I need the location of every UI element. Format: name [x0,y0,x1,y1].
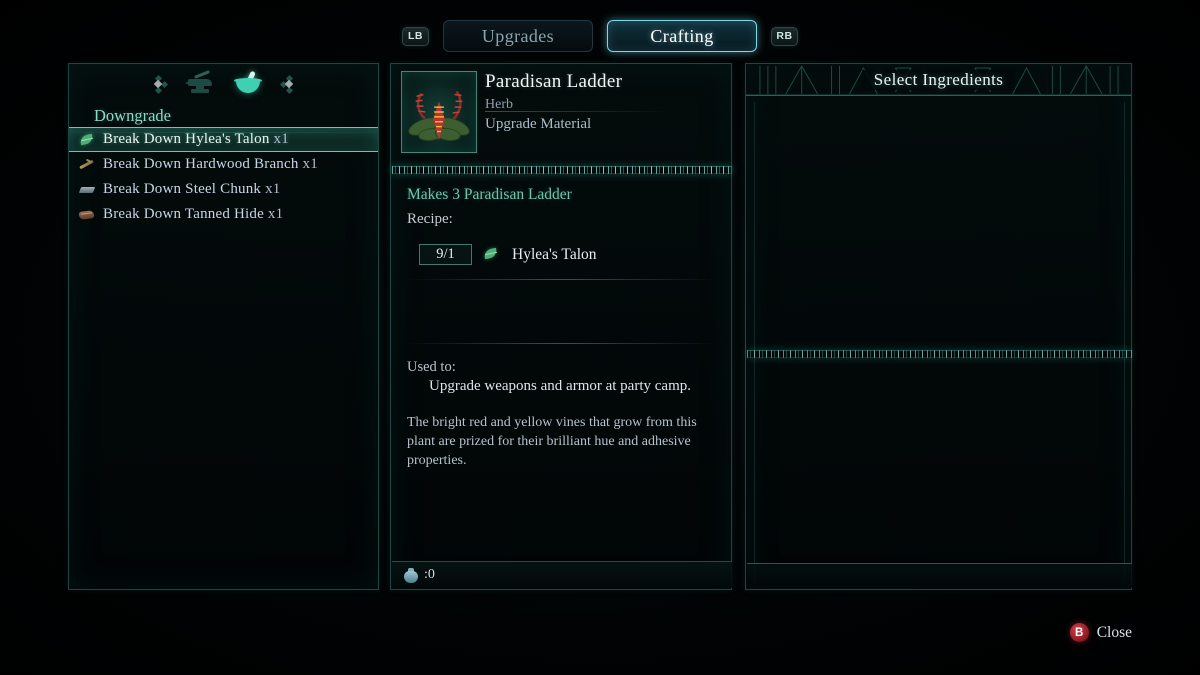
list-item-label: Break Down Tanned Hide x1 [103,206,284,222]
arrow-left-diamond-icon[interactable] [150,74,168,94]
item-detail-panel: Paradisan Ladder Herb Upgrade Material M… [390,63,732,590]
used-to-label: Used to: [407,359,456,375]
divider [407,279,717,280]
tab-upgrades[interactable]: Upgrades [443,20,593,52]
money-pouch-icon [402,566,420,584]
arrow-right-diamond-icon[interactable] [279,74,298,94]
leaf-icon [79,133,95,147]
recipe-list-panel: Downgrade Break Down Hylea's Talon x1 Br… [68,63,379,590]
list-item[interactable]: Break Down Hylea's Talon x1 [69,127,378,152]
currency-value: :0 [424,567,435,582]
close-control[interactable]: B Close [1069,623,1132,642]
flavor-text: The bright red and yellow vines that gro… [407,415,697,468]
right-bumper-icon: RB [771,26,798,46]
tab-crafting[interactable]: Crafting [607,20,757,52]
ingredients-footer-bar [747,563,1132,588]
item-thumbnail [401,71,477,153]
crafting-screen: LB Upgrades Crafting RB Downgrade Break … [0,0,1200,675]
recipe-label: Recipe: [407,211,453,227]
item-name: Paradisan Ladder [485,71,623,92]
ingredient-quantity: 9/1 [419,244,472,265]
ingredients-frame [754,102,1125,584]
tab-bar: LB Upgrades Crafting RB [0,20,1200,52]
recipe-ingredient-row: 9/1 Hylea's Talon [419,244,597,265]
paradisan-ladder-plant-art [408,90,470,141]
ingredients-header: Select Ingredients [746,64,1131,96]
close-label: Close [1096,623,1132,641]
list-item[interactable]: Break Down Hardwood Branch x1 [69,152,378,177]
list-item-label: Break Down Hardwood Branch x1 [103,156,318,172]
anvil-icon[interactable] [184,70,215,95]
rune-divider [747,350,1132,358]
recipe-list: Break Down Hylea's Talon x1 Break Down H… [69,127,378,227]
ingredients-panel: Select Ingredients [745,63,1132,590]
list-item-label: Break Down Steel Chunk x1 [103,181,281,197]
used-to-text: Upgrade weapons and armor at party camp. [429,378,691,394]
item-type: Upgrade Material [485,116,592,132]
makes-text: Makes 3 Paradisan Ladder [407,186,572,203]
list-item[interactable]: Break Down Tanned Hide x1 [69,202,378,227]
list-item-label: Break Down Hylea's Talon x1 [103,131,289,147]
b-button-icon: B [1069,623,1089,642]
leaf-icon [483,247,501,262]
left-bumper-icon: LB [402,26,429,46]
item-header: Paradisan Ladder Herb Upgrade Material [391,64,731,164]
ingredient-name: Hylea's Talon [512,245,597,263]
rune-divider [392,166,732,174]
divider [407,343,717,344]
list-item[interactable]: Break Down Steel Chunk x1 [69,177,378,202]
ingot-icon [79,183,95,197]
currency-bar: :0 [392,561,732,588]
mortar-pestle-icon[interactable] [233,70,263,96]
ingredients-title: Select Ingredients [861,69,1016,90]
category-icon-row [69,70,378,96]
item-header-divider [485,111,670,112]
branch-icon [79,158,95,172]
hide-icon [79,208,95,222]
